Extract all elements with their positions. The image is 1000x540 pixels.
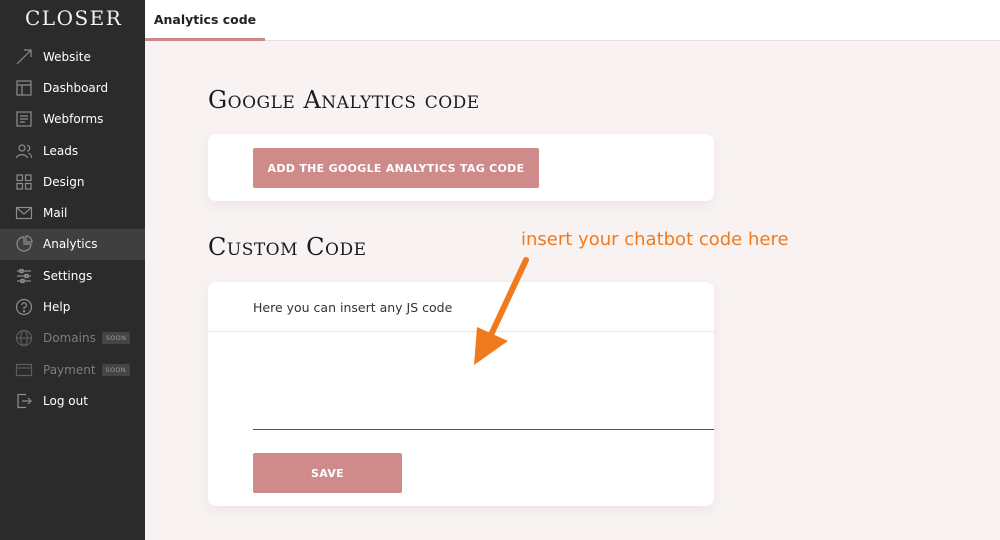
sidebar-item-label: Help [43,300,71,315]
card-icon [15,361,33,379]
google-analytics-heading: Google Analytics code [208,86,480,114]
sidebar-item-label: Payment [43,362,96,377]
sidebar-item-payment[interactable]: Payment SOON [0,354,145,385]
sidebar-item-label: Dashboard [43,80,109,95]
sidebar-item-mail[interactable]: Mail [0,197,145,228]
custom-code-hint: Here you can insert any JS code [253,300,453,315]
dashboard-icon [15,79,33,97]
soon-badge: SOON [101,363,130,376]
sidebar-item-label: Mail [43,206,68,221]
sidebar-item-leads[interactable]: Leads [0,135,145,166]
sidebar-item-label: Analytics [43,237,98,252]
globe-icon [15,329,33,347]
brand-logo[interactable]: CLOSER [25,6,122,30]
add-google-analytics-button[interactable]: ADD THE GOOGLE ANALYTICS TAG CODE [253,148,539,188]
users-icon [15,142,33,160]
logout-icon [15,392,33,410]
mail-icon [15,204,33,222]
sidebar-item-label: Design [43,174,85,189]
sidebar-item-domains[interactable]: Domains SOON [0,323,145,354]
annotation-text: insert your chatbot code here [521,229,789,250]
grid-icon [15,173,33,191]
sidebar-item-label: Webforms [43,112,104,127]
sidebar-item-label: Domains [43,331,96,346]
cursor-icon [15,48,33,66]
save-button[interactable]: SAVE [253,453,402,493]
sidebar-item-logout[interactable]: Log out [0,385,145,416]
sidebar-item-website[interactable]: Website [0,41,145,72]
sidebar-item-help[interactable]: Help [0,291,145,322]
tab-analytics-code[interactable]: Analytics code [145,0,265,41]
annotation-arrow-icon [474,257,529,365]
help-icon [15,298,33,316]
custom-code-heading: Custom Code [208,233,367,261]
tab-bar: Analytics code [145,0,1000,41]
sidebar-item-label: Settings [43,268,93,283]
google-analytics-card: ADD THE GOOGLE ANALYTICS TAG CODE [208,134,714,201]
sidebar-item-dashboard[interactable]: Dashboard [0,72,145,103]
sliders-icon [15,267,33,285]
sidebar-item-label: Website [43,49,91,64]
form-icon [15,110,33,128]
sidebar-item-analytics[interactable]: Analytics [0,228,145,261]
sidebar: CLOSER Website Dashboard Webforms Leads [0,0,145,540]
pie-chart-icon [15,235,33,253]
sidebar-item-design[interactable]: Design [0,166,145,197]
sidebar-item-webforms[interactable]: Webforms [0,104,145,135]
sidebar-item-settings[interactable]: Settings [0,260,145,291]
soon-badge: SOON [101,332,131,345]
sidebar-item-label: Log out [43,393,88,408]
sidebar-nav: Website Dashboard Webforms Leads Design [0,41,145,417]
sidebar-item-label: Leads [43,143,79,158]
